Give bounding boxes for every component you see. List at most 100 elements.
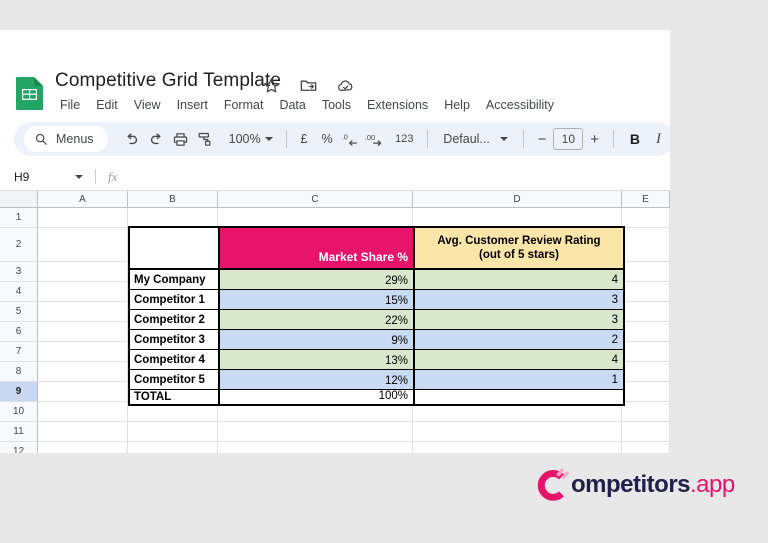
grid-cell-C12[interactable] — [218, 442, 413, 453]
star-icon[interactable] — [262, 76, 281, 95]
paint-format-button[interactable] — [192, 126, 216, 152]
grid-cell-E3[interactable] — [622, 262, 670, 282]
grid-cell-B12[interactable] — [128, 442, 218, 453]
menu-extensions[interactable]: Extensions — [359, 95, 436, 115]
grid-cell-E12[interactable] — [622, 442, 670, 453]
grid-cell-D11[interactable] — [413, 422, 622, 442]
total-label[interactable]: TOTAL — [130, 390, 220, 404]
grid-cell-A11[interactable] — [38, 422, 128, 442]
row-label[interactable]: Competitor 5 — [130, 370, 220, 390]
row-header-9[interactable]: 9 — [0, 382, 38, 402]
header-cell-review-rating[interactable]: Avg. Customer Review Rating (out of 5 st… — [415, 228, 623, 270]
decrease-decimal-button[interactable]: .0 — [340, 126, 364, 152]
header-cell-blank[interactable] — [130, 228, 220, 270]
grid-cell-A8[interactable] — [38, 362, 128, 382]
name-box[interactable]: H9 — [0, 170, 95, 184]
row-header-11[interactable]: 11 — [0, 422, 38, 442]
row-market-share[interactable]: 29% — [220, 270, 415, 290]
currency-format-button[interactable]: £ — [294, 126, 315, 152]
row-review-rating[interactable]: 4 — [415, 350, 623, 370]
row-review-rating[interactable]: 3 — [415, 310, 623, 330]
grid-cell-E10[interactable] — [622, 402, 670, 422]
column-header-e[interactable]: E — [622, 191, 670, 207]
row-market-share[interactable]: 15% — [220, 290, 415, 310]
grid-cell-A5[interactable] — [38, 302, 128, 322]
grid-cell-E2[interactable] — [622, 228, 670, 262]
grid-cell-E4[interactable] — [622, 282, 670, 302]
increase-font-size-button[interactable]: + — [583, 126, 606, 152]
grid-cell-D1[interactable] — [413, 208, 622, 228]
cloud-saved-icon[interactable] — [336, 76, 355, 95]
grid-cell-A7[interactable] — [38, 342, 128, 362]
row-header-7[interactable]: 7 — [0, 342, 38, 362]
row-label[interactable]: Competitor 1 — [130, 290, 220, 310]
menu-file[interactable]: File — [52, 95, 88, 115]
zoom-selector[interactable]: 100% — [219, 126, 279, 152]
number-format-button[interactable]: 123 — [388, 126, 420, 152]
grid-cell-A10[interactable] — [38, 402, 128, 422]
grid-cell-A1[interactable] — [38, 208, 128, 228]
row-header-5[interactable]: 5 — [0, 302, 38, 322]
grid-cell-E7[interactable] — [622, 342, 670, 362]
row-header-8[interactable]: 8 — [0, 362, 38, 382]
grid-cell-E8[interactable] — [622, 362, 670, 382]
grid-cell-E11[interactable] — [622, 422, 670, 442]
bold-button[interactable]: B — [621, 131, 649, 147]
italic-button[interactable]: I — [649, 126, 668, 152]
row-header-2[interactable]: 2 — [0, 228, 38, 262]
row-header-10[interactable]: 10 — [0, 402, 38, 422]
grid-cell-B1[interactable] — [128, 208, 218, 228]
row-header-1[interactable]: 1 — [0, 208, 38, 228]
row-market-share[interactable]: 13% — [220, 350, 415, 370]
menu-view[interactable]: View — [126, 95, 169, 115]
row-label[interactable]: Competitor 3 — [130, 330, 220, 350]
header-cell-market-share[interactable]: Market Share % — [220, 228, 415, 270]
row-review-rating[interactable]: 4 — [415, 270, 623, 290]
grid-cell-A6[interactable] — [38, 322, 128, 342]
grid-cell-A4[interactable] — [38, 282, 128, 302]
column-header-c[interactable]: C — [218, 191, 413, 207]
grid-cell-E5[interactable] — [622, 302, 670, 322]
menu-edit[interactable]: Edit — [88, 95, 126, 115]
row-header-3[interactable]: 3 — [0, 262, 38, 282]
row-header-4[interactable]: 4 — [0, 282, 38, 302]
row-market-share[interactable]: 9% — [220, 330, 415, 350]
menu-accessibility[interactable]: Accessibility — [478, 95, 562, 115]
grid-cell-E9[interactable] — [622, 382, 670, 402]
font-size-input[interactable]: 10 — [553, 128, 583, 150]
menu-data[interactable]: Data — [271, 95, 313, 115]
document-title[interactable]: Competitive Grid Template — [55, 70, 281, 92]
row-header-12[interactable]: 12 — [0, 442, 38, 453]
grid-cell-A3[interactable] — [38, 262, 128, 282]
menu-format[interactable]: Format — [216, 95, 272, 115]
row-label[interactable]: Competitor 4 — [130, 350, 220, 370]
select-all-corner[interactable] — [0, 191, 38, 207]
grid-cell-A2[interactable] — [38, 228, 128, 262]
total-rating[interactable] — [415, 390, 623, 404]
row-header-6[interactable]: 6 — [0, 322, 38, 342]
print-button[interactable] — [168, 126, 192, 152]
row-review-rating[interactable]: 2 — [415, 330, 623, 350]
grid-cell-C11[interactable] — [218, 422, 413, 442]
grid-cell-A12[interactable] — [38, 442, 128, 453]
font-family-selector[interactable]: Defaul... — [435, 126, 516, 152]
grid-cell-A9[interactable] — [38, 382, 128, 402]
column-header-a[interactable]: A — [38, 191, 128, 207]
google-sheets-icon[interactable] — [14, 76, 46, 110]
increase-decimal-button[interactable]: .00 — [364, 126, 388, 152]
column-header-b[interactable]: B — [128, 191, 218, 207]
percent-format-button[interactable]: % — [314, 126, 339, 152]
grid-cell-E6[interactable] — [622, 322, 670, 342]
menu-insert[interactable]: Insert — [169, 95, 216, 115]
row-review-rating[interactable]: 1 — [415, 370, 623, 390]
grid-cell-E1[interactable] — [622, 208, 670, 228]
undo-button[interactable] — [120, 126, 144, 152]
row-market-share[interactable]: 22% — [220, 310, 415, 330]
decrease-font-size-button[interactable]: − — [531, 126, 554, 152]
total-share[interactable]: 100% — [220, 390, 415, 404]
move-to-folder-icon[interactable] — [299, 76, 318, 95]
grid-cell-D12[interactable] — [413, 442, 622, 453]
row-review-rating[interactable]: 3 — [415, 290, 623, 310]
menu-tools[interactable]: Tools — [314, 95, 359, 115]
row-label[interactable]: Competitor 2 — [130, 310, 220, 330]
